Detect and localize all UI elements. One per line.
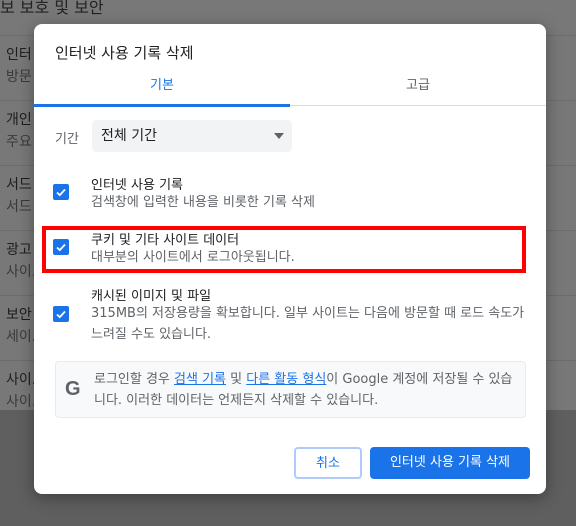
checkmark-icon	[56, 188, 66, 197]
background-section-title: 보 보호 및 보안	[0, 0, 104, 17]
checkmark-icon	[56, 310, 66, 319]
dialog-title: 인터넷 사용 기록 삭제	[55, 44, 194, 62]
tab-advanced[interactable]: 고급	[290, 76, 546, 96]
info-text-part: 및	[226, 372, 247, 387]
info-text-part: 로그인할 경우	[94, 372, 175, 387]
period-value: 전체 기간	[101, 128, 157, 144]
other-activity-link[interactable]: 다른 활동 형식	[246, 372, 326, 387]
clear-browsing-data-dialog: 인터넷 사용 기록 삭제 기본 고급 기간 전체 기간 인터넷 사용 기록 검색…	[34, 24, 546, 494]
option-title: 캐시된 이미지 및 파일	[91, 289, 212, 304]
tab-basic[interactable]: 기본	[34, 76, 290, 107]
option-title: 인터넷 사용 기록	[91, 178, 183, 193]
browsing-history-checkbox[interactable]	[53, 184, 69, 200]
red-highlight-box	[42, 226, 526, 273]
period-label: 기간	[55, 132, 79, 147]
info-text: 로그인할 경우 검색 기록 및 다른 활동 형식이 Google 계정에 저장될…	[94, 369, 524, 411]
cached-files-checkbox[interactable]	[53, 306, 69, 322]
option-desc: 315MB의 저장용량을 확보합니다. 일부 사이트는 다음에 방문할 때 로드…	[91, 306, 525, 342]
search-history-link[interactable]: 검색 기록	[174, 372, 226, 387]
clear-data-button[interactable]: 인터넷 사용 기록 삭제	[370, 447, 530, 479]
tab-bar: 기본 고급	[34, 76, 546, 107]
period-select[interactable]: 전체 기간	[92, 120, 292, 152]
google-account-info: G 로그인할 경우 검색 기록 및 다른 활동 형식이 Google 계정에 저…	[55, 361, 526, 418]
cancel-button[interactable]: 취소	[294, 447, 362, 479]
option-desc: 검색창에 입력한 내용을 비롯한 기록 삭제	[91, 195, 315, 210]
google-g-icon: G	[65, 378, 81, 400]
dropdown-arrow-icon	[274, 133, 284, 139]
